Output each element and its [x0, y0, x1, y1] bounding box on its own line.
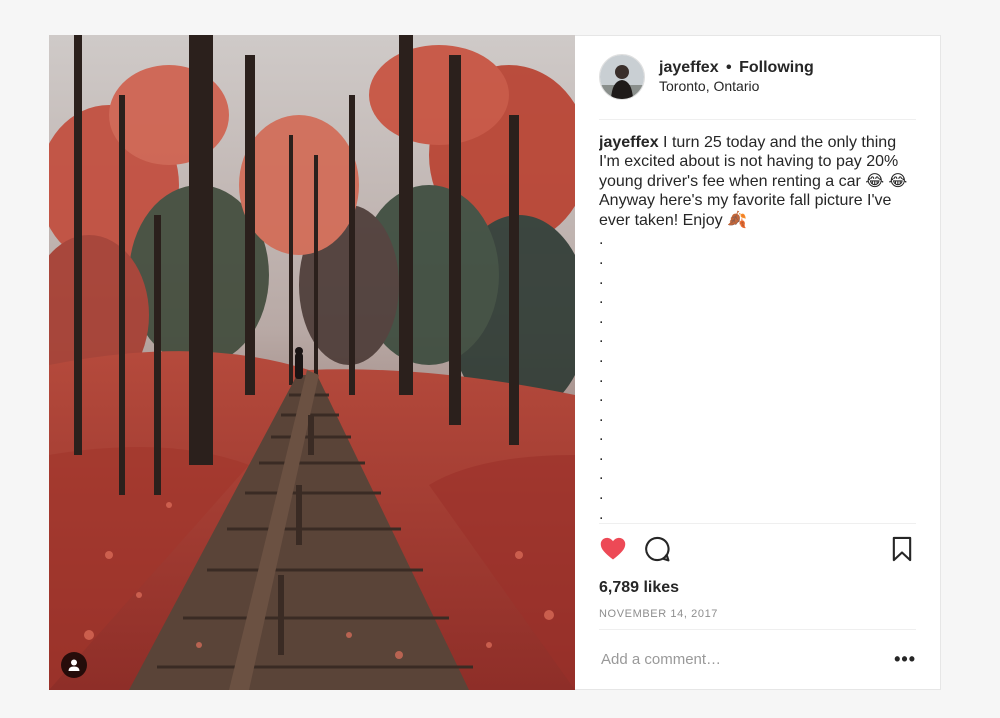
post-sidebar: jayeffex • Following Toronto, Ontario ja…: [575, 36, 940, 689]
bookmark-icon[interactable]: [888, 535, 916, 563]
header-line: jayeffex • Following: [659, 58, 814, 77]
autumn-boardwalk-image: [49, 35, 575, 690]
user-tag-icon[interactable]: [61, 652, 87, 678]
likes-count[interactable]: 6,789 likes: [599, 579, 916, 597]
comment-input[interactable]: [599, 649, 883, 669]
avatar[interactable]: [599, 54, 645, 101]
heart-icon[interactable]: [599, 535, 627, 563]
action-bar: [599, 522, 916, 575]
username-link[interactable]: jayeffex: [659, 59, 719, 76]
post-header: jayeffex • Following Toronto, Ontario: [599, 36, 916, 120]
comment-row: •••: [599, 630, 916, 689]
location-link[interactable]: Toronto, Ontario: [659, 77, 814, 96]
more-options-button[interactable]: •••: [894, 649, 916, 670]
post-card: jayeffex • Following Toronto, Ontario ja…: [49, 35, 941, 690]
separator-dot: •: [726, 59, 732, 77]
caption-dots: . . . . . . . . . . . . . . .: [599, 231, 604, 523]
comment-icon[interactable]: [643, 535, 671, 563]
following-button[interactable]: Following: [739, 59, 814, 76]
header-text: jayeffex • Following Toronto, Ontario: [659, 58, 814, 96]
caption-username[interactable]: jayeffex: [599, 134, 659, 151]
caption: jayeffex I turn 25 today and the only th…: [599, 120, 916, 523]
post-date: NOVEMBER 14, 2017: [599, 608, 916, 630]
post-photo[interactable]: [49, 35, 575, 690]
